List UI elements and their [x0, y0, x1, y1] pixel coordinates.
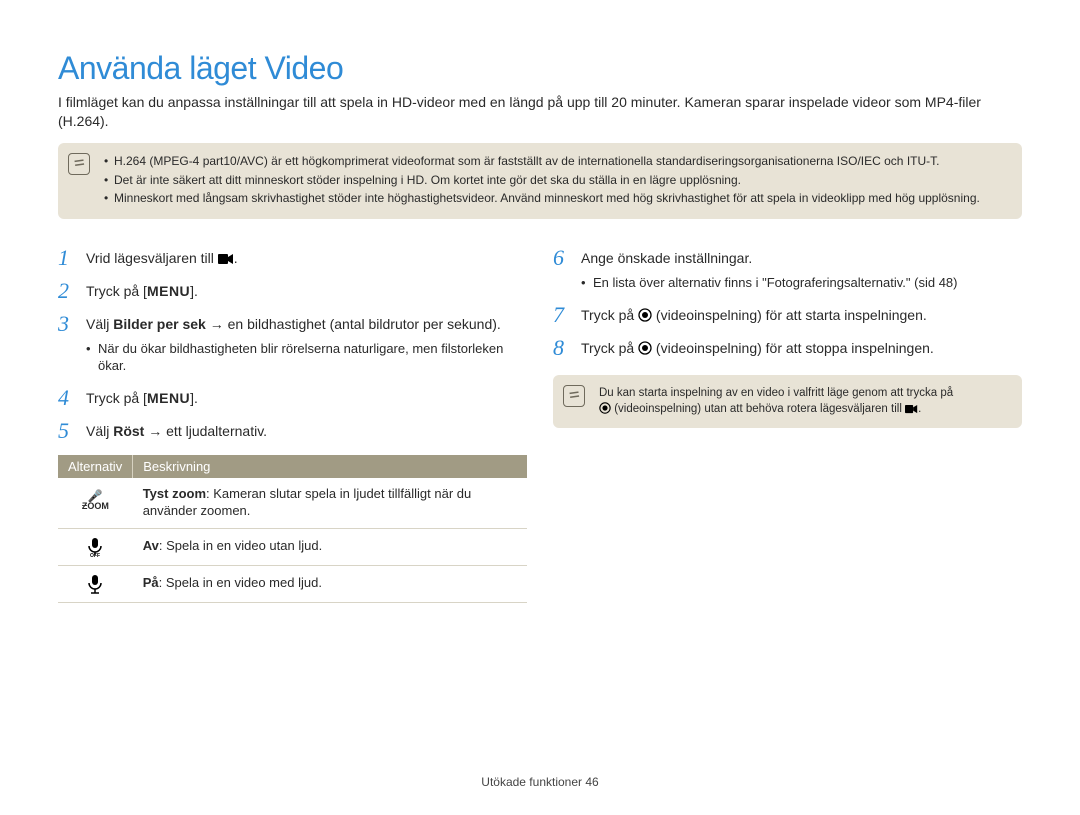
- step-2: Tryck på [MENU].: [58, 282, 527, 301]
- step-sub-bullet: En lista över alternativ finns i "Fotogr…: [581, 274, 1022, 292]
- left-column: Vrid lägesväljaren till . Tryck på [MENU…: [58, 249, 527, 602]
- options-table: Alternativ Beskrivning 🎤ƵOOM Tyst zoom: …: [58, 455, 527, 603]
- record-icon: [638, 341, 652, 355]
- step-sub-bullet: När du ökar bildhastigheten blir rörelse…: [86, 340, 527, 375]
- note-text: Du kan starta inspelning av en video i v…: [599, 387, 953, 399]
- step-5: Välj Röst → ett ljudalternativ.: [58, 422, 527, 441]
- page-number: 46: [585, 775, 598, 789]
- step-text: .: [234, 250, 238, 266]
- step-bold: Bilder per sek: [113, 316, 206, 332]
- info-note-top: H.264 (MPEG-4 part10/AVC) är ett högkomp…: [58, 143, 1022, 219]
- record-icon: [638, 308, 652, 322]
- note-icon: [68, 153, 90, 175]
- cell-bold: Tyst zoom: [143, 486, 206, 501]
- step-text: Tryck på [: [86, 283, 147, 299]
- step-text: Välj: [86, 423, 113, 439]
- intro-text: I filmläget kan du anpassa inställningar…: [58, 93, 1022, 131]
- cell-text: : Spela in en video utan ljud.: [159, 538, 322, 553]
- steps-left: Vrid lägesväljaren till . Tryck på [MENU…: [58, 249, 527, 441]
- note-bullet: Minneskort med långsam skrivhastighet st…: [104, 190, 1008, 207]
- mic-on-icon: [58, 565, 133, 602]
- step-text: → en bildhastighet (antal bildrutor per …: [206, 316, 501, 332]
- step-text: Tryck på [: [86, 390, 147, 406]
- note-bullet: Det är inte säkert att ditt minneskort s…: [104, 172, 1008, 189]
- step-3: Välj Bilder per sek → en bildhastighet (…: [58, 315, 527, 375]
- note-text: (videoinspelning) utan att behöva rotera…: [611, 403, 905, 415]
- note-icon: [563, 385, 585, 407]
- page-footer: Utökade funktioner 46: [0, 775, 1080, 789]
- page-title: Använda läget Video: [58, 50, 1022, 87]
- step-bold: Röst: [113, 423, 144, 439]
- step-text: Vrid lägesväljaren till: [86, 250, 218, 266]
- camcorder-icon: [218, 253, 234, 265]
- svg-text:OFF: OFF: [90, 553, 100, 557]
- menu-button-label: MENU: [147, 390, 190, 406]
- info-note-right: Du kan starta inspelning av en video i v…: [553, 375, 1022, 427]
- step-6: Ange önskade inställningar. En lista öve…: [553, 249, 1022, 291]
- cell-bold: Av: [143, 538, 159, 553]
- step-7: Tryck på (videoinspelning) för att start…: [553, 306, 1022, 325]
- table-row: 🎤ƵOOM Tyst zoom: Kameran slutar spela in…: [58, 478, 527, 528]
- step-text: ].: [190, 390, 198, 406]
- right-column: Ange önskade inställningar. En lista öve…: [553, 249, 1022, 602]
- menu-button-label: MENU: [147, 283, 190, 299]
- two-column-layout: Vrid lägesväljaren till . Tryck på [MENU…: [58, 249, 1022, 602]
- cell-bold: På: [143, 575, 159, 590]
- table-header-beskrivning: Beskrivning: [133, 455, 527, 478]
- step-text: Välj: [86, 316, 113, 332]
- step-text: (videoinspelning) för att stoppa inspeln…: [652, 340, 934, 356]
- step-text: Ange önskade inställningar.: [581, 250, 752, 266]
- table-row: På: Spela in en video med ljud.: [58, 565, 527, 602]
- cell-text: : Spela in en video med ljud.: [159, 575, 322, 590]
- note-bullet: H.264 (MPEG-4 part10/AVC) är ett högkomp…: [104, 153, 1008, 170]
- camcorder-icon: [905, 404, 918, 414]
- zoom-mute-icon: 🎤ƵOOM: [58, 478, 133, 528]
- note-text: .: [918, 403, 921, 415]
- step-text: → ett ljudalternativ.: [144, 423, 267, 439]
- record-icon: [599, 402, 611, 414]
- footer-section: Utökade funktioner: [481, 775, 585, 789]
- table-cell: Av: Spela in en video utan ljud.: [133, 528, 527, 565]
- table-cell: På: Spela in en video med ljud.: [133, 565, 527, 602]
- steps-right: Ange önskade inställningar. En lista öve…: [553, 249, 1022, 357]
- mic-off-icon: OFF: [58, 528, 133, 565]
- table-row: OFF Av: Spela in en video utan ljud.: [58, 528, 527, 565]
- table-header-alternativ: Alternativ: [58, 455, 133, 478]
- step-text: Tryck på: [581, 340, 638, 356]
- step-8: Tryck på (videoinspelning) för att stopp…: [553, 339, 1022, 358]
- step-text: (videoinspelning) för att starta inspeln…: [652, 307, 927, 323]
- table-cell: Tyst zoom: Kameran slutar spela in ljude…: [133, 478, 527, 528]
- step-text: ].: [190, 283, 198, 299]
- step-1: Vrid lägesväljaren till .: [58, 249, 527, 268]
- step-4: Tryck på [MENU].: [58, 389, 527, 408]
- step-text: Tryck på: [581, 307, 638, 323]
